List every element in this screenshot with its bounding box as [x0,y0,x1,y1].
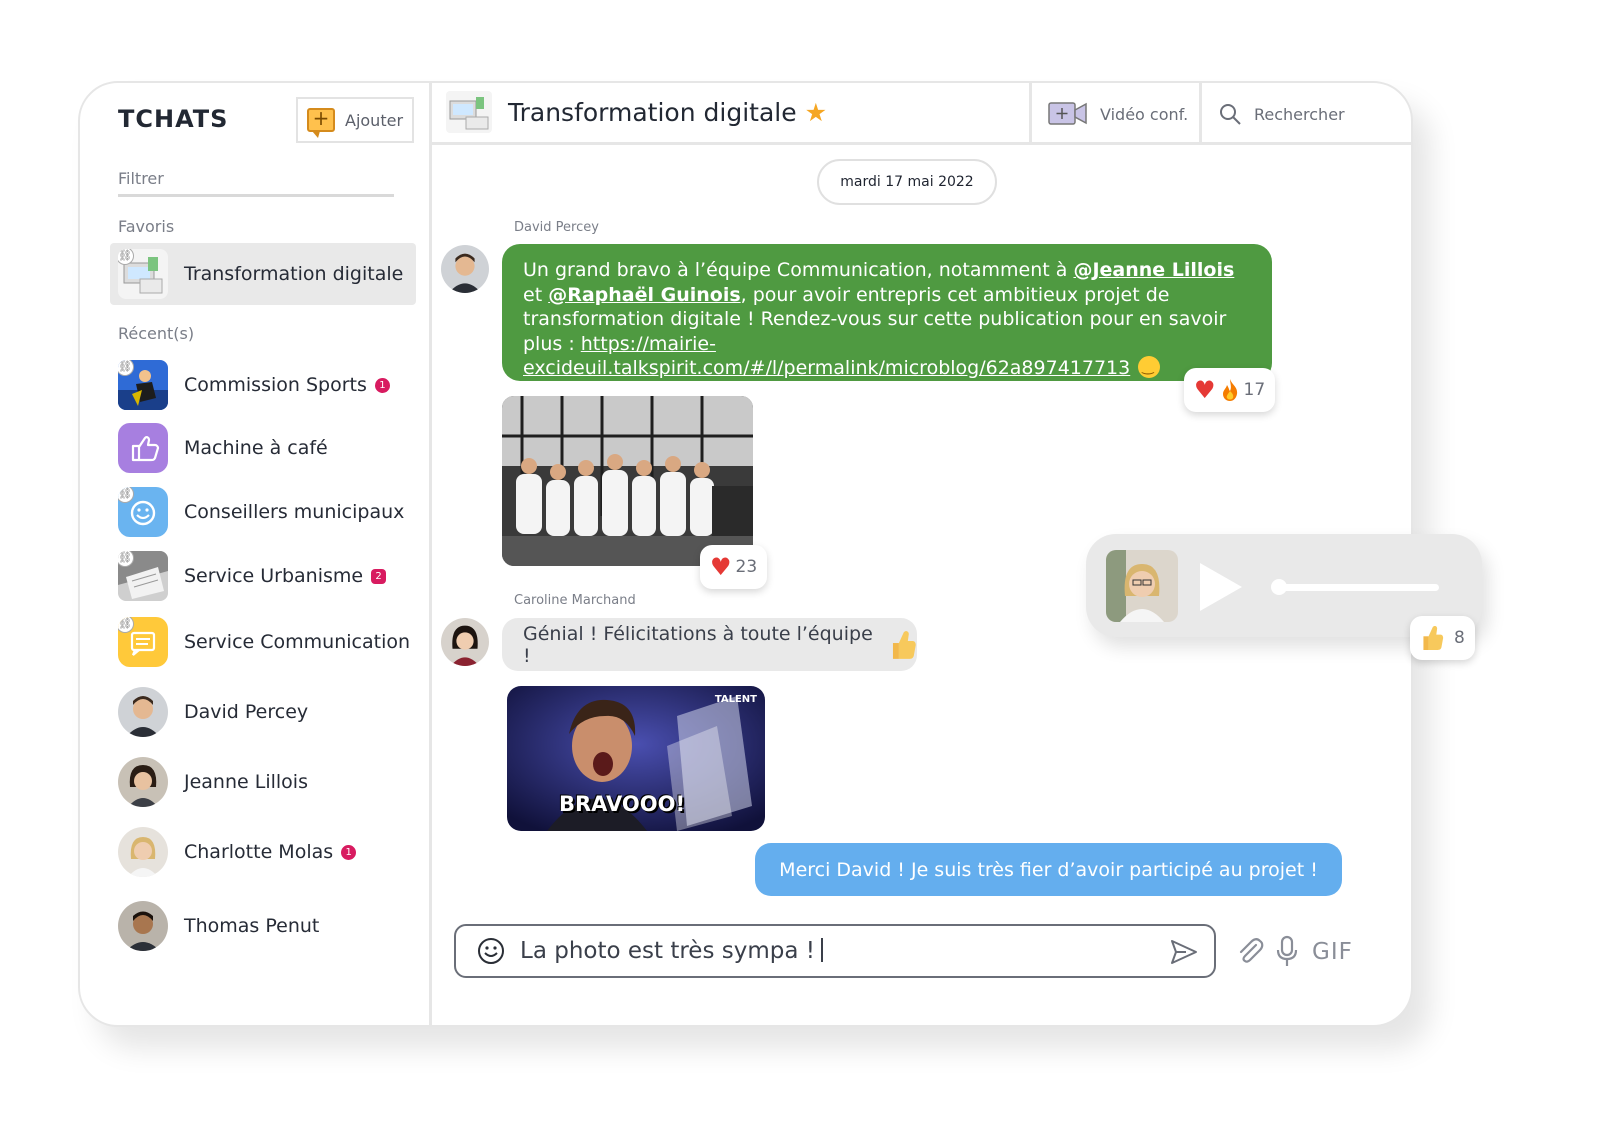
message-text: Merci David ! Je suis très fier d’avoir … [779,858,1318,881]
search-icon [1220,104,1241,125]
sidebar-item-service-urbanisme[interactable]: ⛓ Service Urbanisme 2 [110,545,416,607]
chat-title: Transformation digitale ★ [508,98,827,127]
sidebar-item-label: Transformation digitale [184,263,404,285]
channel-avatar: ⛓ [118,551,168,601]
search-button[interactable]: Rechercher [1199,83,1411,145]
add-chat-icon [307,106,335,138]
sidebar-item-label: David Percey [184,701,309,723]
mention-link[interactable]: @Jeanne Lillois [1073,259,1234,281]
smiley-icon: ⛓ [118,487,168,537]
message-bubble: Un grand bravo à l’équipe Communication,… [502,244,1272,381]
avatar [118,827,168,877]
message-text: Génial ! Félicitations à toute l’équipe … [523,622,873,667]
sidebar-item-machine-a-cafe[interactable]: Machine à café [110,417,416,479]
heart-icon: ♥ [1194,376,1216,404]
recent-label: Récent(s) [118,324,195,343]
sidebar-item-david-percey[interactable]: David Percey [110,681,416,743]
reaction-summary[interactable]: 8 [1410,616,1475,660]
microphone-icon[interactable] [1275,935,1299,969]
sidebar-item-service-communication[interactable]: ⛓ Service Communication [110,611,416,673]
heart-icon: ♥ [710,553,732,581]
sidebar-item-label: Conseillers municipaux [184,501,405,523]
team-photo[interactable] [502,396,753,566]
thumbs-up-emoji-icon [893,630,917,659]
video-conference-label: Vidéo conf. [1100,104,1189,124]
attachment-icon[interactable] [1236,935,1264,967]
audio-progress-handle[interactable] [1271,579,1287,595]
avatar [441,618,489,666]
search-label: Rechercher [1254,104,1345,124]
sidebar: TCHATS Ajouter Favoris ⛓ Transformation … [80,83,432,1025]
unread-badge: 1 [341,845,357,860]
audio-progress-track[interactable] [1279,584,1439,591]
gif-button[interactable]: GIF [1312,939,1353,965]
sidebar-item-conseillers-municipaux[interactable]: ⛓ Conseillers municipaux [110,481,416,543]
message-text: Un grand bravo à l’équipe Communication,… [523,259,1074,281]
date-separator: mardi 17 mai 2022 [817,159,997,205]
filter-input[interactable] [118,163,394,197]
add-chat-button[interactable]: Ajouter [296,97,414,143]
composer-input[interactable]: La photo est très sympa ! [520,938,815,964]
unread-badge: 1 [374,378,390,393]
message-composer[interactable]: La photo est très sympa ! [454,924,1216,978]
send-icon[interactable] [1170,939,1198,965]
sidebar-item-charlotte-molas[interactable]: Charlotte Molas 1 [110,821,416,883]
permalink-url[interactable]: https://mairie-excideuil.talkspirit.com/… [523,333,1130,380]
sidebar-item-label: Thomas Penut [184,915,320,937]
reaction-summary[interactable]: ♥ 17 [1184,368,1276,412]
channel-avatar [446,91,492,133]
chat-header: Transformation digitale ★ Vidéo conf. Rec… [432,83,1411,145]
reaction-summary[interactable]: ♥ 23 [700,545,768,589]
text-caret [820,938,823,962]
sidebar-item-thomas-penut[interactable]: Thomas Penut [110,895,416,957]
add-chat-label: Ajouter [345,110,404,130]
mention-link[interactable]: @Raphaël Guinois [548,284,740,306]
message-author: Caroline Marchand [514,593,636,608]
message-icon: ⛓ [118,617,168,667]
favorites-label: Favoris [118,217,175,236]
channel-avatar: ⛓ [118,360,168,410]
sidebar-item-commission-sports[interactable]: ⛓ Commission Sports 1 [110,354,416,416]
gif-badge: TALENT [714,694,757,705]
own-message-bubble: Merci David ! Je suis très fier d’avoir … [755,843,1342,896]
sidebar-item-label: Service Communication [184,631,411,653]
message-bubble: Génial ! Félicitations à toute l’équipe … [502,618,917,671]
reaction-count: 17 [1243,380,1266,400]
thumbs-up-emoji-icon [1423,625,1444,650]
sidebar-item-label: Jeanne Lillois [184,771,308,793]
avatar [118,757,168,807]
sidebar-item-label: Service Urbanisme [184,565,364,587]
avatar [118,901,168,951]
reaction-count: 23 [735,557,758,577]
unread-badge: 2 [371,569,387,584]
channel-avatar: ⛓ [118,249,168,299]
chat-title-text: Transformation digitale [508,98,797,127]
sidebar-item-label: Charlotte Molas [184,841,334,863]
gif-caption: BRAVOOO! [559,792,686,816]
avatar [441,245,489,293]
video-camera-icon [1048,102,1087,125]
emoji-picker-icon[interactable] [476,936,506,966]
fire-icon [1222,379,1237,401]
sidebar-item-label: Machine à café [184,437,328,459]
avatar [1106,550,1178,622]
message-text: et [523,283,549,306]
avatar [118,687,168,737]
sidebar-item-label: Commission Sports [184,374,367,396]
message-author: David Percey [514,220,599,235]
video-conference-button[interactable]: Vidéo conf. [1029,83,1199,145]
sidebar-item-jeanne-lillois[interactable]: Jeanne Lillois [110,751,416,813]
reaction-count: 8 [1454,628,1465,648]
play-icon[interactable] [1200,563,1242,611]
star-icon[interactable]: ★ [805,98,827,127]
sidebar-title: TCHATS [118,105,229,133]
bravo-gif[interactable]: TALENT BRAVOOO! [507,686,765,831]
sidebar-item-transformation-digitale[interactable]: ⛓ Transformation digitale [110,243,416,305]
thumbs-up-icon [118,423,168,473]
smiley-emoji-icon [1138,355,1161,380]
